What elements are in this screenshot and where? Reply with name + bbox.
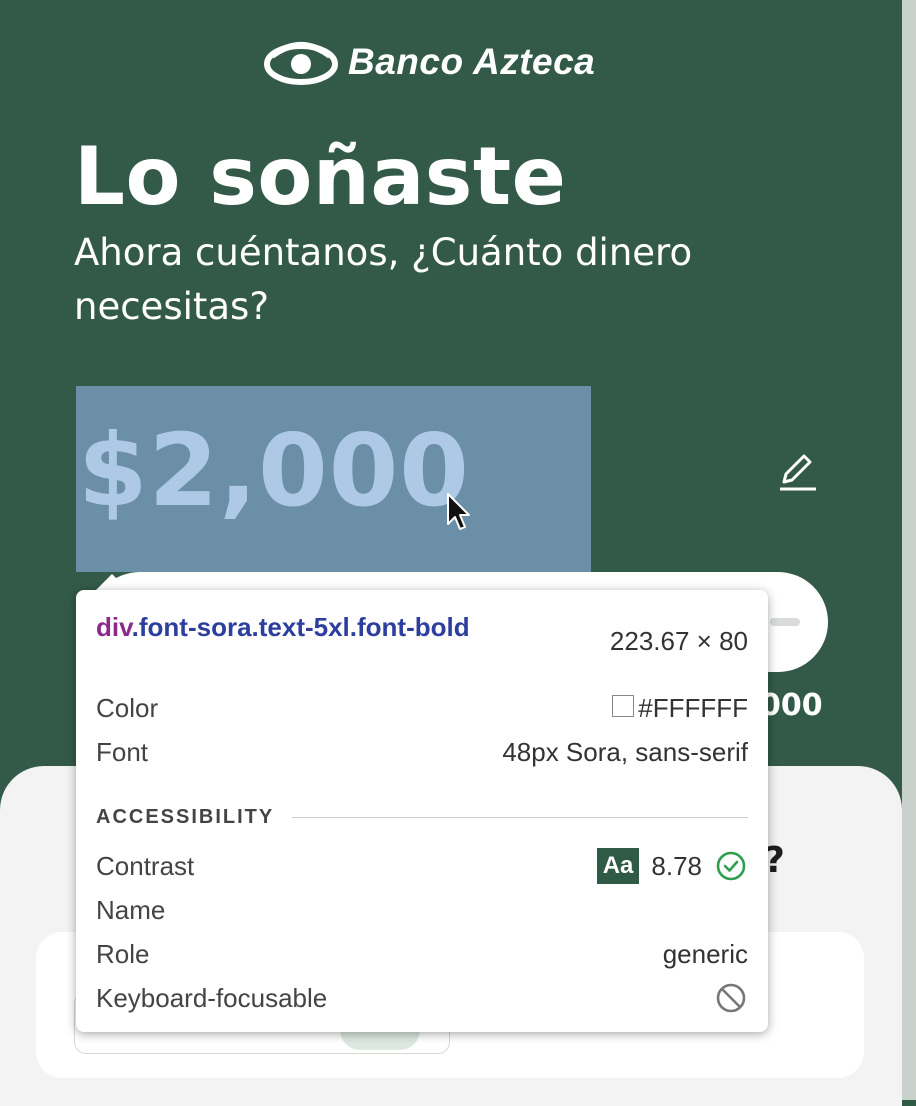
color-label: Color	[96, 692, 159, 723]
section-divider	[292, 816, 748, 818]
font-value: 48px Sora, sans-serif	[502, 736, 748, 767]
tooltip-arrow	[96, 574, 128, 590]
name-row: Name	[96, 890, 748, 930]
element-size: 223.67 × 80	[609, 626, 748, 656]
accessibility-title: ACCESSIBILITY	[96, 805, 275, 828]
selector-classes: .font-sora.text-5xl.font-bold	[131, 612, 470, 642]
brand-logo: Banco Azteca	[264, 38, 595, 86]
color-swatch-icon	[612, 694, 635, 717]
slider-max-label: 000	[760, 688, 823, 723]
keyboard-focusable-label: Keyboard-focusable	[96, 982, 328, 1013]
role-label: Role	[96, 938, 150, 969]
contrast-sample-badge: Aa	[596, 848, 640, 884]
color-value: #FFFFFF	[638, 692, 748, 723]
keyboard-focusable-row: Keyboard-focusable	[96, 978, 748, 1018]
contrast-value: 8.78	[651, 850, 702, 881]
contrast-label: Contrast	[96, 850, 195, 881]
window-edge	[902, 0, 916, 1100]
role-value: generic	[662, 938, 748, 969]
banco-azteca-eye-logo-icon	[264, 42, 338, 85]
selector-tag: div	[96, 612, 132, 642]
accessibility-section-header: ACCESSIBILITY	[96, 802, 748, 832]
font-row: Font 48px Sora, sans-serif	[96, 732, 748, 772]
element-selector: div.font-sora.text-5xl.font-bold	[96, 610, 536, 644]
page-title: Lo soñaste	[74, 130, 567, 223]
color-row: Color #FFFFFF	[96, 688, 748, 728]
brand-name: Banco Azteca	[348, 41, 596, 82]
pencil-icon[interactable]	[776, 450, 820, 494]
slider-track-line	[770, 618, 800, 626]
contrast-row: Contrast Aa 8.78	[96, 846, 748, 886]
not-allowed-icon	[716, 983, 746, 1013]
role-row: Role generic	[96, 934, 748, 974]
loan-amount[interactable]: $2,000	[78, 412, 470, 529]
check-circle-icon	[716, 851, 746, 881]
font-label: Font	[96, 736, 149, 767]
mouse-pointer-icon	[447, 493, 470, 530]
page-subtitle: Ahora cuéntanos, ¿Cuánto dinero necesita…	[74, 231, 693, 328]
devtools-inspect-tooltip: div.font-sora.text-5xl.font-bold 223.67 …	[76, 590, 768, 1032]
name-label: Name	[96, 894, 166, 925]
